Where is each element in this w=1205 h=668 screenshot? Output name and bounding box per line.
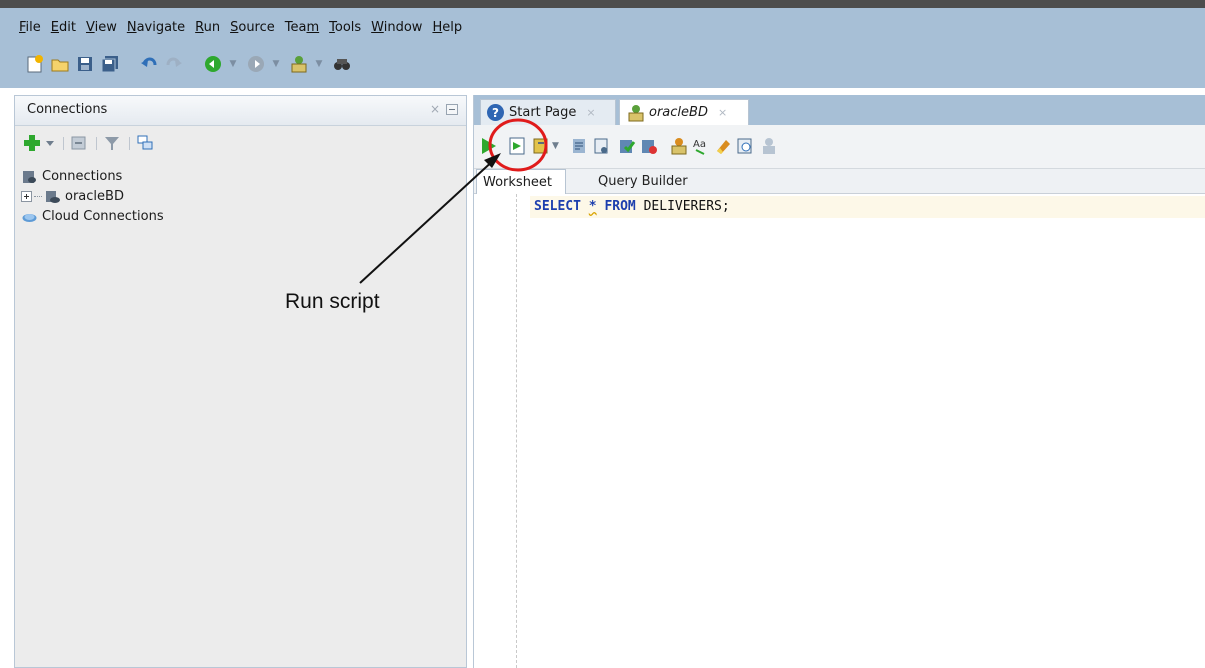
sql-worksheet-icon[interactable] (288, 53, 310, 75)
forward-dropdown-icon[interactable]: ▼ (270, 53, 282, 75)
tree-item-oraclebd[interactable]: oracleBD (21, 186, 451, 206)
tree-item-label: Cloud Connections (42, 208, 164, 224)
run-statement-icon[interactable] (480, 135, 498, 157)
close-icon[interactable]: × (430, 102, 440, 116)
tree-item-label: Connections (42, 168, 123, 184)
save-icon[interactable] (74, 53, 96, 75)
tab-worksheet[interactable]: Worksheet (476, 169, 566, 194)
code-line[interactable]: SELECT * FROM DELIVERERS; (530, 196, 1205, 218)
editor-area: ? Start Page × oracleBD × ▼ Aa Worksheet… (473, 95, 1205, 668)
chevron-down-icon[interactable]: ▼ (552, 135, 559, 157)
find-binoculars-icon[interactable] (331, 53, 353, 75)
tree-item-cloud-connections[interactable]: Cloud Connections (21, 206, 451, 226)
menu-run[interactable]: Run (190, 20, 225, 40)
chevron-down-icon[interactable] (45, 133, 55, 153)
commit-icon[interactable] (618, 135, 636, 157)
sql-editor[interactable]: SELECT * FROM DELIVERERS; (474, 194, 1205, 668)
main-toolbar: ▼ ▼ ▼ (24, 51, 356, 77)
unshared-sql-icon[interactable] (760, 135, 778, 157)
sql-worksheet-icon (626, 104, 646, 122)
connections-folder-icon (21, 168, 38, 185)
connections-tree: Connections oracleBD Cloud Connections (21, 166, 451, 226)
sql-history-icon[interactable] (736, 135, 754, 157)
worksheet-toolbar: ▼ Aa (474, 125, 1205, 169)
sql-tuning-icon[interactable] (592, 135, 610, 157)
editor-tabbar: ? Start Page × oracleBD × (474, 95, 1205, 125)
database-connection-icon (44, 188, 61, 205)
tab-label: oracleBD (649, 105, 708, 120)
tab-start-page[interactable]: ? Start Page × (480, 99, 616, 125)
ide-chrome: File Edit View Navigate Run Source Team … (0, 8, 1205, 88)
tree-item-connections[interactable]: Connections (21, 166, 451, 186)
svg-text:Aa: Aa (693, 139, 706, 150)
tree-item-label: oracleBD (65, 188, 124, 204)
menu-source[interactable]: Source (225, 20, 280, 40)
tab-label: Start Page (509, 105, 577, 120)
menu-file[interactable]: File (14, 20, 46, 40)
run-script-icon[interactable] (508, 135, 526, 157)
expand-icon[interactable] (21, 190, 32, 202)
schema-browser-icon[interactable] (136, 133, 154, 153)
menu-team[interactable]: Team (280, 20, 324, 40)
editor-gutter-line (516, 194, 517, 668)
add-connection-icon[interactable] (23, 133, 41, 153)
cloud-icon (21, 208, 38, 225)
sql-worksheet-dropdown-icon[interactable]: ▼ (313, 53, 325, 75)
redo-icon[interactable] (163, 53, 185, 75)
window-top-strip (0, 0, 1205, 8)
open-folder-icon[interactable] (49, 53, 71, 75)
panel-title: Connections (27, 102, 108, 117)
rollback-icon[interactable] (640, 135, 658, 157)
menu-edit[interactable]: Edit (46, 20, 81, 40)
help-icon: ? (487, 104, 504, 121)
menubar: File Edit View Navigate Run Source Team … (14, 20, 467, 40)
menu-help[interactable]: Help (427, 20, 467, 40)
minimize-icon[interactable] (446, 104, 458, 115)
undo-icon[interactable] (138, 53, 160, 75)
change-case-icon[interactable]: Aa (692, 135, 710, 157)
forward-icon[interactable] (245, 53, 267, 75)
clear-eraser-icon[interactable] (714, 135, 732, 157)
connections-panel: Connections × Connections oracleBD Cloud… (14, 95, 467, 668)
tab-oraclebd[interactable]: oracleBD × (619, 99, 749, 125)
tree-connector (34, 195, 42, 197)
save-all-icon[interactable] (99, 53, 121, 75)
worksheet-subtabs: Worksheet Query Builder (474, 169, 1205, 194)
connections-panel-header: Connections × (15, 96, 466, 126)
tab-query-builder[interactable]: Query Builder (592, 169, 694, 194)
connections-toolbar (23, 132, 158, 154)
menu-window[interactable]: Window (366, 20, 427, 40)
menu-view[interactable]: View (81, 20, 122, 40)
keyword-select: SELECT (534, 199, 581, 214)
sql-icon[interactable] (670, 135, 688, 157)
keyword-from: FROM (604, 199, 636, 214)
explain-plan-icon[interactable] (570, 135, 588, 157)
close-icon[interactable]: × (586, 106, 595, 119)
refresh-icon[interactable] (70, 133, 88, 153)
close-icon[interactable]: × (718, 106, 727, 119)
table-name: DELIVERERS; (643, 199, 730, 214)
select-star: * (588, 199, 597, 214)
autotrace-icon[interactable] (532, 135, 550, 157)
annotation-label: Run script (285, 290, 380, 313)
menu-navigate[interactable]: Navigate (122, 20, 190, 40)
back-icon[interactable] (202, 53, 224, 75)
back-dropdown-icon[interactable]: ▼ (227, 53, 239, 75)
filter-icon[interactable] (103, 133, 121, 153)
new-file-icon[interactable] (24, 53, 46, 75)
menu-tools[interactable]: Tools (324, 20, 366, 40)
